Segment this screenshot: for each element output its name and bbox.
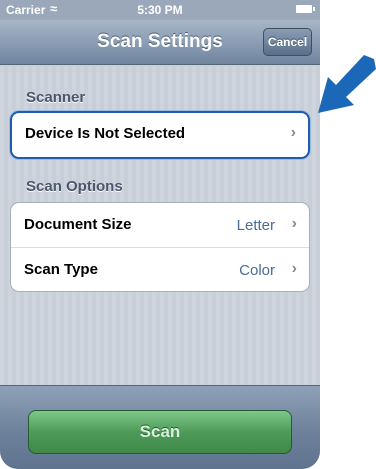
scan-options-group: Document Size Letter › Scan Type Color ›: [10, 202, 310, 292]
scanner-group: Device Is Not Selected ›: [10, 111, 310, 159]
scan-type-label: Scan Type: [24, 261, 98, 278]
section-header-scanner: Scanner: [26, 89, 86, 106]
scan-type-row[interactable]: Scan Type Color ›: [11, 247, 309, 291]
device-label: Device Is Not Selected: [25, 125, 186, 142]
phone-screen: Carrier ≈ 5:30 PM Scan Settings Cancel S…: [0, 0, 320, 469]
status-time: 5:30 PM: [137, 3, 183, 17]
bottom-toolbar: Scan: [0, 385, 320, 469]
status-bar: Carrier ≈ 5:30 PM: [0, 0, 320, 20]
scan-button[interactable]: Scan: [28, 410, 292, 454]
chevron-right-icon: ›: [290, 124, 296, 141]
document-size-label: Document Size: [24, 216, 132, 233]
device-select-row[interactable]: Device Is Not Selected ›: [12, 113, 308, 157]
scan-type-value: Color: [239, 262, 275, 279]
section-header-scan-options: Scan Options: [26, 178, 123, 195]
callout-arrow-icon: [318, 55, 376, 113]
document-size-row[interactable]: Document Size Letter ›: [11, 203, 309, 247]
document-size-value: Letter: [236, 217, 275, 234]
chevron-right-icon: ›: [291, 215, 297, 232]
battery-icon: [296, 5, 315, 13]
cancel-button[interactable]: Cancel: [263, 28, 312, 56]
chevron-right-icon: ›: [291, 260, 297, 277]
navigation-bar: Scan Settings Cancel: [0, 20, 320, 65]
settings-content: Scanner Device Is Not Selected › Scan Op…: [0, 65, 320, 385]
